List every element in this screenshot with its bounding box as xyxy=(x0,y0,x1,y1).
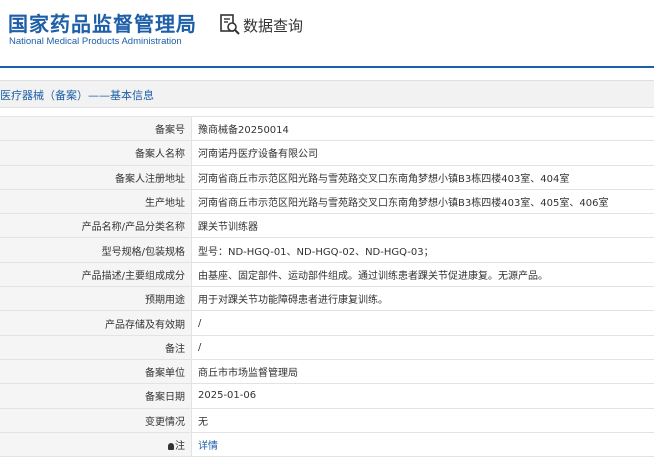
field-label: 产品存储及有效期 xyxy=(0,310,192,336)
field-label: 预期用途 xyxy=(0,286,192,312)
table-row: 备案日期 2025-01-06 xyxy=(0,383,654,409)
table-row: 生产地址 河南省商丘市示范区阳光路与雪苑路交叉口东南角梦想小镇B3栋四楼403室、… xyxy=(0,188,654,215)
data-query-link[interactable]: 数据查询 xyxy=(220,14,303,36)
field-value: 用于对踝关节功能障碍患者进行康复训练。 xyxy=(191,286,654,312)
field-label: 备案单位 xyxy=(0,358,192,385)
field-label: 备注 xyxy=(0,334,192,360)
table-row: 型号规格/包装规格 型号：ND-HGQ-01、ND-HGQ-02、ND-HGQ-0… xyxy=(0,237,654,263)
device-info-table: 备案号 豫商械备20250014 备案人名称 河南诺丹医疗设备有限公司 备案人注册地址河… xyxy=(0,115,654,458)
table-row: 备案人注册地址 河南省商丘市示范区阳光路与雪苑路交叉口东南角梦想小镇B3栋四楼40… xyxy=(0,164,654,190)
field-label: 备案人名称 xyxy=(0,140,192,166)
table-row: 备案号 豫商械备20250014 xyxy=(0,115,654,142)
section-title: 医疗器械（备案）——基本信息 xyxy=(0,89,154,102)
site-logo-cn[interactable]: 国家药品监督管理局 xyxy=(8,8,197,37)
site-logo-en[interactable]: National Medical Products Administration xyxy=(9,36,182,47)
field-label: 备案日期 xyxy=(0,383,192,409)
search-document-icon xyxy=(220,14,240,35)
header-divider xyxy=(0,66,654,68)
field-value: / xyxy=(191,334,654,360)
field-value: / xyxy=(191,310,654,336)
field-label: 变更情况 xyxy=(0,407,192,433)
field-label: 产品名称/产品分类名称 xyxy=(0,213,192,239)
field-label: 生产地址 xyxy=(0,188,192,215)
table-row: 预期用途 用于对踝关节功能障碍患者进行康复训练。 xyxy=(0,286,654,312)
table-row: 产品描述/主要组成成分 由基座、固定部件、运动部件组成。通过训练患者踝关节促进康复… xyxy=(0,261,654,288)
field-label: 型号规格/包装规格 xyxy=(0,237,192,263)
table-row: 产品名称/产品分类名称 踝关节训练器 xyxy=(0,213,654,239)
table-row: 备注 / xyxy=(0,334,654,360)
note-label-cell: 注 xyxy=(0,431,192,458)
field-label: 产品描述/主要组成成分 xyxy=(0,261,192,288)
table-row-note: 注 详情 xyxy=(0,431,654,458)
table-row: 备案单位 商丘市市场监督管理局 xyxy=(0,358,654,385)
field-label: 备案号 xyxy=(0,115,192,142)
site-header: 国家药品监督管理局 National Medical Products Admi… xyxy=(0,0,654,64)
field-value: 无 xyxy=(191,407,654,433)
data-query-label: 数据查询 xyxy=(243,16,304,35)
lightbulb-icon xyxy=(168,443,174,450)
field-value: 型号：ND-HGQ-01、ND-HGQ-02、ND-HGQ-03； xyxy=(191,237,654,263)
field-value: 商丘市市场监督管理局 xyxy=(191,358,654,385)
field-label: 备案人注册地址 xyxy=(0,164,192,190)
section-title-bar: 医疗器械（备案）——基本信息 xyxy=(0,80,654,108)
field-value: 河南省商丘市示范区阳光路与雪苑路交叉口东南角梦想小镇B3栋四楼403室、405室… xyxy=(191,188,654,215)
field-value: 河南省商丘市示范区阳光路与雪苑路交叉口东南角梦想小镇B3栋四楼403室、404室 xyxy=(191,164,654,190)
table-row: 备案人名称 河南诺丹医疗设备有限公司 xyxy=(0,140,654,166)
note-label: 注 xyxy=(175,441,185,452)
field-value: 豫商械备20250014 xyxy=(191,115,654,142)
field-value: 2025-01-06 xyxy=(191,383,654,409)
note-value-cell: 详情 xyxy=(191,431,654,458)
table-row: 变更情况无 xyxy=(0,407,654,433)
field-value: 踝关节训练器 xyxy=(191,213,654,239)
details-link[interactable]: 详情 xyxy=(198,441,218,452)
field-value: 由基座、固定部件、运动部件组成。通过训练患者踝关节促进康复。无源产品。 xyxy=(191,261,654,288)
table-row: 产品存储及有效期 / xyxy=(0,310,654,336)
field-value: 河南诺丹医疗设备有限公司 xyxy=(191,140,654,166)
